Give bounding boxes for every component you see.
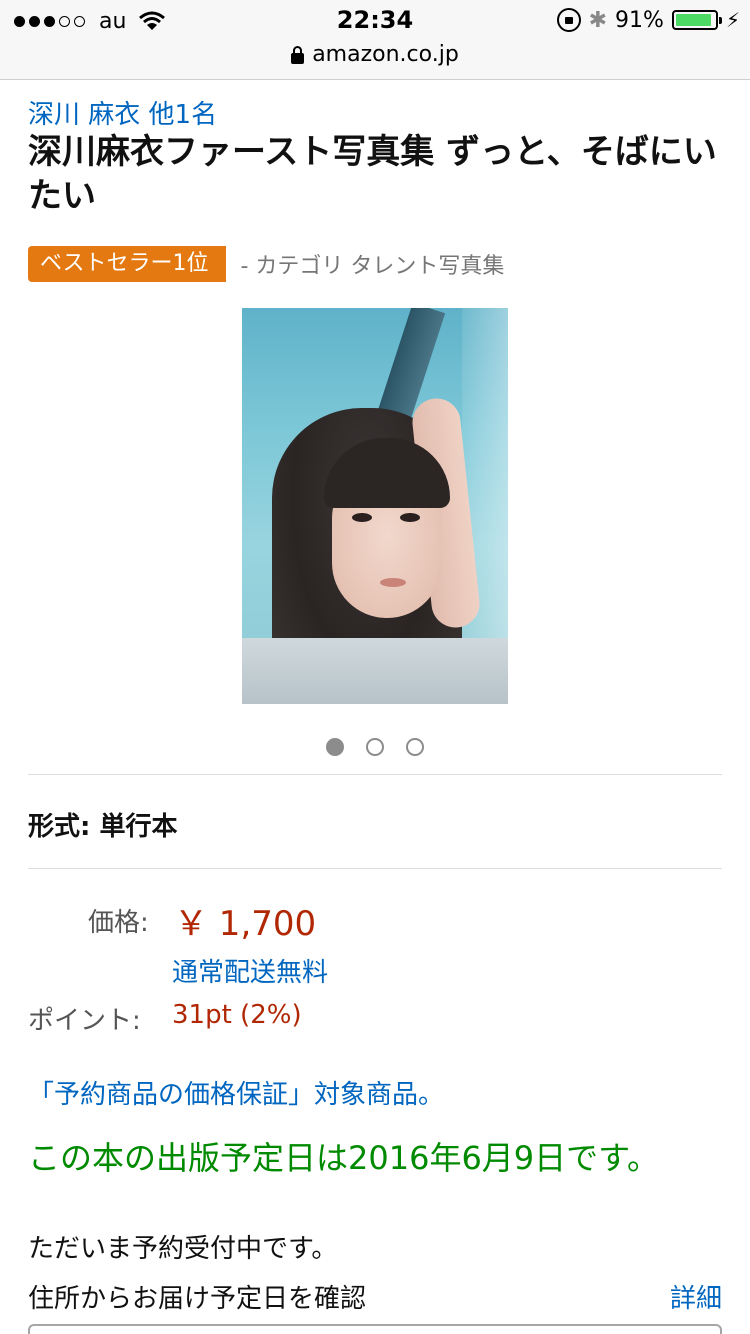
points-value: 31pt (2%) [172, 1000, 302, 1030]
author-link[interactable]: 深川 麻衣 他1名 [28, 94, 217, 131]
status-right: ✱ 91% ⚡ [556, 6, 740, 34]
url-text: amazon.co.jp [312, 42, 459, 67]
free-shipping-link[interactable]: 通常配送無料 [172, 952, 328, 989]
delivery-check-label[interactable]: 住所からお届け予定日を確認 [28, 1278, 366, 1315]
price-guarantee-link[interactable]: 「予約商品の価格保証」対象商品。 [28, 1074, 444, 1111]
price-label: 価格: [88, 908, 149, 938]
format-label: 形式: 単行本 [28, 812, 178, 842]
product-title: 深川麻衣ファースト写真集 ずっと、そばにいたい [28, 132, 717, 216]
pager-dot[interactable] [406, 738, 424, 756]
address-bar-content: amazon.co.jp [291, 42, 459, 67]
battery-percent: 91% [615, 7, 664, 33]
details-link[interactable]: 詳細 [670, 1278, 722, 1315]
bestseller-badge[interactable]: ベストセラー1位 [28, 246, 235, 282]
image-eye [352, 513, 372, 522]
image-lips [380, 578, 406, 587]
bestseller-row: ベストセラー1位 - カテゴリ タレント写真集 [28, 246, 504, 282]
address-bar[interactable]: amazon.co.jp [0, 40, 750, 80]
address-select-box[interactable] [28, 1324, 722, 1334]
pager-dot[interactable] [326, 738, 344, 756]
charging-icon: ⚡ [725, 8, 740, 32]
points-label: ポイント: [28, 1006, 141, 1036]
pager-dot[interactable] [366, 738, 384, 756]
padlock-icon [291, 45, 305, 64]
divider [28, 774, 722, 775]
badge-notch [226, 246, 236, 282]
product-image[interactable] [242, 308, 508, 704]
image-shirt [242, 638, 508, 704]
bestseller-category[interactable]: - カテゴリ タレント写真集 [240, 248, 504, 280]
divider [28, 868, 722, 869]
preorder-notice: ただいま予約受付中です。 [28, 1234, 338, 1264]
orientation-lock-icon [556, 8, 581, 32]
status-bar: au 22:34 ✱ 91% ⚡ [0, 0, 750, 40]
battery-icon [671, 10, 722, 30]
battery-fill [675, 14, 711, 26]
bluetooth-icon: ✱ [588, 7, 608, 33]
price-value: ￥ 1,700 [174, 904, 317, 944]
image-pager [0, 738, 750, 756]
image-eye [400, 513, 420, 522]
release-date-notice: この本の出版予定日は2016年6月9日です。 [28, 1139, 659, 1177]
